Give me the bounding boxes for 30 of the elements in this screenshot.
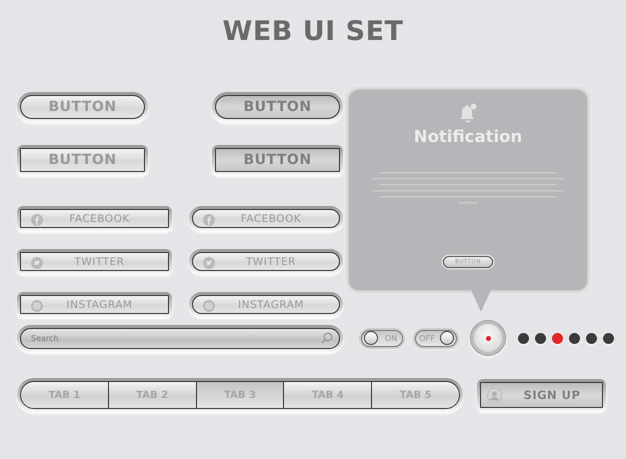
social-button[interactable]: INSTAGRAM xyxy=(20,295,169,314)
tab[interactable]: TAB 5 xyxy=(371,382,459,408)
toggle-switch[interactable]: ON xyxy=(361,330,403,346)
button[interactable]: BUTTON xyxy=(215,148,340,172)
social-button[interactable]: FACEBOOK xyxy=(20,209,169,228)
search-field[interactable]: Search xyxy=(20,328,340,348)
camera-icon xyxy=(203,300,215,312)
tab[interactable]: TAB 4 xyxy=(283,382,372,408)
toggle-switch[interactable]: OFF xyxy=(415,330,457,346)
bird-icon xyxy=(31,257,43,269)
page-title: WEB UI SET xyxy=(222,16,404,49)
social-button[interactable]: TWITTER xyxy=(20,252,169,271)
bird-icon xyxy=(203,257,215,269)
sign-up-button[interactable]: SIGN UP xyxy=(480,382,603,408)
tab[interactable]: TAB 2 xyxy=(108,382,196,408)
social-button[interactable]: TWITTER xyxy=(192,252,340,271)
social-button[interactable]: FACEBOOK xyxy=(192,209,340,228)
social-button[interactable]: INSTAGRAM xyxy=(192,295,340,314)
button[interactable]: BUTTON xyxy=(20,148,145,172)
tab[interactable]: TAB 1 xyxy=(21,382,108,408)
bell-icon xyxy=(457,102,479,124)
indicator-light-icon xyxy=(486,336,490,340)
search-icon xyxy=(321,332,333,344)
facebook-icon xyxy=(203,214,215,226)
camera-icon xyxy=(31,300,43,312)
facebook-icon xyxy=(31,214,43,226)
button[interactable]: BUTTON xyxy=(215,95,340,119)
button[interactable]: BUTTON xyxy=(20,95,145,119)
round-button[interactable] xyxy=(471,321,505,355)
user-icon xyxy=(487,388,502,402)
